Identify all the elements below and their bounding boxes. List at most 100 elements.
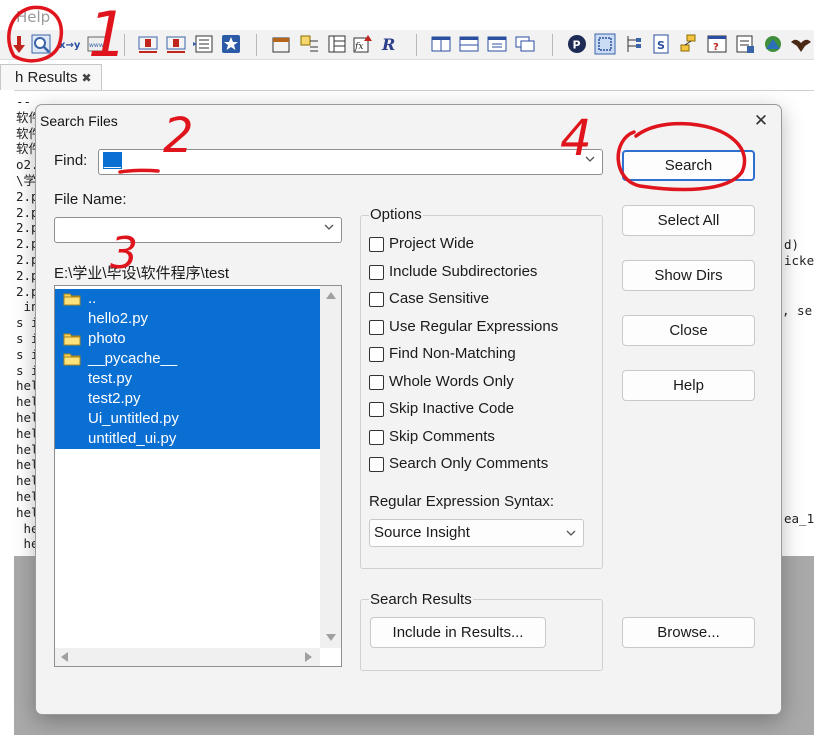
close-icon[interactable]: ✖ — [82, 71, 92, 85]
function-list-icon[interactable] — [326, 33, 348, 55]
scroll-up-icon[interactable] — [326, 292, 336, 299]
toolbar-separator — [552, 34, 553, 56]
results-tab-label: h Results — [15, 69, 78, 86]
chevron-down-icon[interactable] — [584, 153, 596, 165]
search-button[interactable]: Search — [622, 150, 755, 181]
checkbox-label: Whole Words Only — [389, 372, 514, 390]
file-name: photo — [88, 330, 126, 347]
chevron-down-icon[interactable] — [565, 527, 577, 539]
menu-help[interactable]: Help — [16, 8, 50, 26]
web-icon[interactable]: www — [86, 33, 108, 55]
toolbar: x→y www fx R P S ? — [0, 30, 814, 60]
file-list-item[interactable]: photo — [55, 329, 320, 349]
star-icon[interactable] — [220, 33, 242, 55]
scroll-left-icon[interactable] — [61, 652, 68, 662]
file-name: test2.py — [88, 390, 141, 407]
scroll-right-icon[interactable] — [305, 652, 312, 662]
file-list-item[interactable]: hello2.py — [55, 309, 320, 329]
layout-1-icon[interactable] — [430, 33, 452, 55]
editor-line-fragment: ea_1 — [784, 511, 814, 526]
svg-text:R: R — [381, 35, 395, 54]
folder-icon — [63, 353, 81, 366]
file-list[interactable]: .. hello2.py photo __pycache__ test.py test2.… — [54, 285, 342, 667]
toolbar-separator — [256, 34, 257, 56]
checkbox-label: Skip Inactive Code — [389, 400, 515, 417]
horizontal-scrollbar[interactable] — [55, 648, 320, 666]
help-button[interactable]: Help — [622, 370, 755, 401]
checkbox[interactable] — [369, 319, 384, 335]
r-icon[interactable]: R — [380, 33, 402, 55]
script-icon[interactable]: S — [650, 33, 672, 55]
file-list-item[interactable]: Ui_untitled.py — [55, 409, 320, 429]
hierarchy-icon[interactable] — [678, 33, 700, 55]
search-files-dialog: Search Files ✕ Find: __ File Name: E:\学业… — [35, 104, 782, 715]
svg-text:x→y: x→y — [59, 40, 81, 51]
checkbox-label: Use Regular Expressions — [389, 317, 559, 335]
checkbox-label: Find Non-Matching — [389, 345, 516, 362]
results-tab[interactable]: h Results ✖ — [0, 64, 102, 90]
layout-3-icon[interactable] — [486, 33, 508, 55]
toolbar-separator — [124, 34, 125, 56]
select-all-button[interactable]: Select All — [622, 205, 755, 236]
file-list-item[interactable]: test.py — [55, 369, 320, 389]
search-files-icon[interactable] — [30, 33, 52, 55]
checkbox[interactable] — [369, 374, 384, 390]
fx-icon[interactable]: fx — [352, 33, 374, 55]
file-list-item[interactable]: .. — [55, 289, 320, 309]
regex-syntax-label: Regular Expression Syntax: — [369, 493, 555, 510]
replace-icon[interactable]: x→y — [58, 33, 84, 55]
parking-icon[interactable]: P — [566, 33, 588, 55]
show-dirs-button[interactable]: Show Dirs — [622, 260, 755, 291]
list-icon[interactable] — [192, 33, 214, 55]
svg-text:fx: fx — [354, 42, 363, 52]
help-query-icon[interactable]: ? — [706, 33, 728, 55]
file-list-item[interactable]: __pycache__ — [55, 349, 320, 369]
close-button[interactable]: Close — [622, 315, 755, 346]
checkbox-label: Include Subdirectories — [389, 262, 538, 280]
folder-icon — [63, 333, 81, 346]
eagle-icon[interactable] — [790, 33, 812, 55]
tree-icon[interactable] — [622, 33, 644, 55]
close-icon[interactable]: ✕ — [750, 111, 772, 133]
refresh-icon[interactable] — [762, 33, 784, 55]
checkbox-label: Search Only Comments — [389, 455, 549, 472]
checkbox[interactable] — [369, 237, 384, 252]
file-name-combobox[interactable] — [54, 217, 342, 243]
properties-icon[interactable] — [734, 33, 756, 55]
include-in-results-button[interactable]: Include in Results... — [370, 617, 546, 648]
relation-icon[interactable] — [298, 33, 320, 55]
current-directory: E:\学业\毕设\软件程序\test — [54, 265, 230, 282]
layout-2-icon[interactable] — [458, 33, 480, 55]
checkbox[interactable] — [369, 264, 384, 280]
browse-button[interactable]: Browse... — [622, 617, 755, 648]
vertical-scrollbar[interactable] — [320, 286, 341, 648]
checkbox[interactable] — [369, 429, 384, 445]
layout-4-icon[interactable] — [514, 33, 536, 55]
file-list-item[interactable]: untitled_ui.py — [55, 429, 320, 449]
select-icon[interactable] — [594, 33, 616, 55]
checkbox[interactable] — [369, 292, 384, 307]
sort-down-icon[interactable] — [8, 33, 30, 55]
toolbar-separator — [416, 34, 417, 56]
bookmark-next-icon[interactable] — [165, 33, 187, 55]
file-name: untitled_ui.py — [88, 430, 177, 447]
editor-line-fragment: icke — [784, 253, 814, 268]
folder-icon — [63, 293, 81, 306]
checkbox[interactable] — [369, 457, 384, 472]
find-label: Find: — [54, 152, 88, 169]
svg-text:P: P — [573, 39, 581, 52]
checkbox-label: Project Wide — [389, 235, 475, 252]
find-combobox[interactable]: __ — [98, 149, 603, 175]
checkbox[interactable] — [369, 402, 384, 417]
file-list-item[interactable]: test2.py — [55, 389, 320, 409]
regex-syntax-value: Source Insight — [374, 524, 470, 541]
bookmark-prev-icon[interactable] — [137, 33, 159, 55]
checkbox[interactable] — [369, 347, 384, 362]
chevron-down-icon[interactable] — [323, 221, 335, 233]
find-input-value[interactable]: __ — [103, 152, 122, 169]
file-name: hello2.py — [88, 310, 149, 327]
window-icon[interactable] — [270, 33, 292, 55]
regex-syntax-select[interactable]: Source Insight — [369, 519, 584, 547]
checkbox-label: Skip Comments — [389, 427, 495, 445]
scroll-down-icon[interactable] — [326, 634, 336, 641]
